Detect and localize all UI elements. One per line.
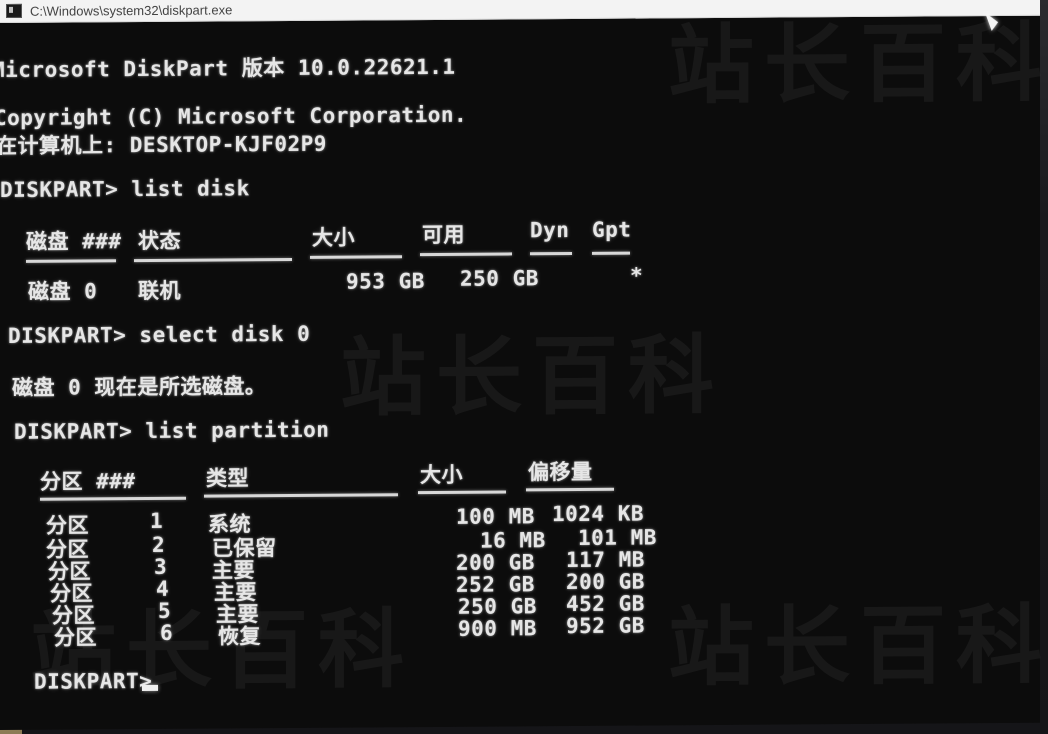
disk-header-rule	[530, 252, 572, 256]
disk-header-gpt: Gpt	[592, 217, 632, 242]
partition-row-size: 900 MB	[458, 616, 537, 641]
partition-row-offset: 200 GB	[566, 569, 645, 595]
partition-row-offset: 952 GB	[566, 613, 645, 639]
partition-header-type: 类型	[206, 466, 249, 491]
watermark-logo: 站长百科	[340, 325, 724, 429]
disk-header-free: 可用	[422, 222, 465, 248]
partition-row-size: 252 GB	[456, 572, 535, 597]
version-line: Microsoft DiskPart 版本 10.0.22621.1	[0, 54, 456, 83]
partition-row-number: 2	[152, 532, 166, 557]
disk-header-rule	[134, 257, 292, 263]
partition-row-size: 100 MB	[456, 504, 535, 529]
disk-header-rule	[420, 252, 512, 257]
disk-row-size: 953 GB	[346, 269, 425, 294]
partition-header-offset: 偏移量	[528, 459, 593, 485]
disk-row-status: 联机	[138, 278, 181, 304]
diskpart-window[interactable]: C:\Windows\system32\diskpart.exe Microso…	[0, 0, 1048, 730]
partition-row-size: 16 MB	[480, 528, 546, 553]
disk-header-size: 大小	[312, 225, 355, 250]
command-select-disk: DISKPART> select disk 0	[8, 321, 311, 348]
partition-header-rule	[526, 487, 614, 492]
disk-header-rule	[310, 255, 402, 259]
computer-line: 在计算机上: DESKTOP-KJF02P9	[0, 131, 327, 159]
watermark-logo: 站长百科	[30, 600, 414, 703]
partition-row-offset: 452 GB	[566, 591, 645, 617]
command-list-partition: DISKPART> list partition	[14, 417, 330, 444]
partition-row-offset: 101 MB	[578, 525, 657, 550]
partition-row-size: 250 GB	[458, 594, 537, 619]
window-title: C:\Windows\system32\diskpart.exe	[30, 1, 233, 19]
partition-header-rule	[40, 496, 186, 501]
partition-row-offset: 117 MB	[566, 547, 645, 573]
disk-row-free: 250 GB	[460, 266, 539, 291]
disk-row-name: 磁盘 0	[28, 279, 98, 304]
select-result-line: 磁盘 0 现在是所选磁盘。	[12, 374, 267, 400]
disk-header-dyn: Dyn	[530, 218, 570, 243]
partition-header-rule	[418, 490, 506, 495]
partition-row-number: 1	[150, 508, 164, 533]
command-list-disk: DISKPART> list disk	[0, 176, 250, 202]
partition-header-name: 分区 ###	[40, 469, 136, 494]
disk-header-rule	[592, 251, 630, 255]
disk-header-status: 状态	[138, 228, 181, 254]
partition-header-rule	[204, 493, 398, 498]
watermark-logo: 站长百科	[668, 595, 1048, 699]
disk-header-rule	[26, 259, 116, 263]
partition-row-number: 3	[154, 554, 168, 579]
copyright-line: Copyright (C) Microsoft Corporation.	[0, 102, 468, 131]
partition-header-size: 大小	[420, 462, 463, 488]
console-app-icon	[6, 3, 22, 18]
partition-row-size: 200 GB	[456, 550, 535, 575]
disk-row-gpt: *	[630, 263, 644, 288]
partition-row-offset: 1024 KB	[552, 501, 645, 527]
disk-header-disk: 磁盘 ###	[26, 229, 122, 254]
